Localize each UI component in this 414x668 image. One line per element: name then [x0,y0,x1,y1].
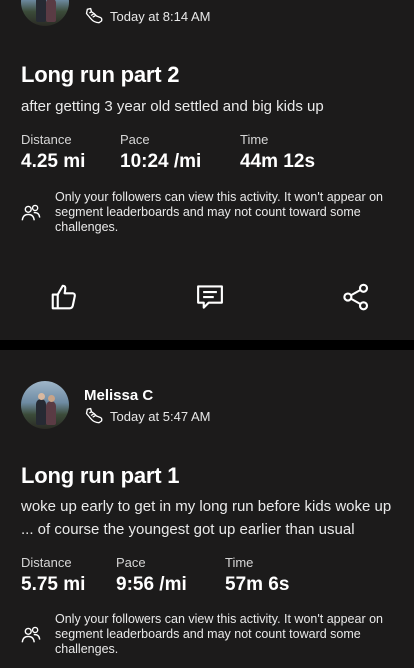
activity-title[interactable]: Long run part 1 [21,463,180,489]
share-button[interactable] [339,280,373,314]
athlete-name[interactable]: Melissa C [84,387,153,404]
activity-card[interactable]: Melissa C Today at 5:47 AM Long run part… [0,350,414,668]
avatar[interactable] [21,381,69,429]
activity-description: after getting 3 year old settled and big… [21,98,324,115]
activity-time-row: Today at 8:14 AM [84,6,210,26]
activity-time: Today at 8:14 AM [110,8,211,24]
activity-time: Today at 5:47 AM [110,408,211,424]
distance-value: 5.75 mi [21,574,86,595]
pace-label: Pace [116,555,146,570]
activity-title[interactable]: Long run part 2 [21,62,180,88]
thumbs-up-icon [51,284,76,310]
privacy-notice: Only your followers can view this activi… [20,612,405,657]
time-value: 57m 6s [225,574,290,595]
activity-actions [0,280,414,320]
comment-button[interactable] [193,280,227,314]
activity-time-row: Today at 5:47 AM [84,406,210,426]
share-icon [343,283,369,311]
privacy-text: Only your followers can view this activi… [55,612,383,656]
time-label: Time [240,132,269,147]
kudos-button[interactable] [47,280,81,314]
pace-label: Pace [120,132,150,147]
privacy-notice: Only your followers can view this activi… [20,190,405,235]
pace-value: 9:56 /mi [116,574,187,595]
avatar[interactable] [21,0,69,26]
distance-label: Distance [21,555,72,570]
pace-value: 10:24 /mi [120,151,202,172]
running-shoe-icon [85,7,103,24]
privacy-text: Only your followers can view this activi… [55,190,383,234]
distance-label: Distance [21,132,72,147]
running-shoe-icon [85,407,103,424]
activity-card[interactable]: Today at 8:14 AM Long run part 2 after g… [0,0,414,340]
activity-description: woke up early to get in my long run befo… [21,498,392,538]
followers-icon [21,204,41,220]
followers-icon [21,626,41,642]
distance-value: 4.25 mi [21,151,86,172]
comment-icon [197,285,223,309]
time-label: Time [225,555,254,570]
time-value: 44m 12s [240,151,316,172]
